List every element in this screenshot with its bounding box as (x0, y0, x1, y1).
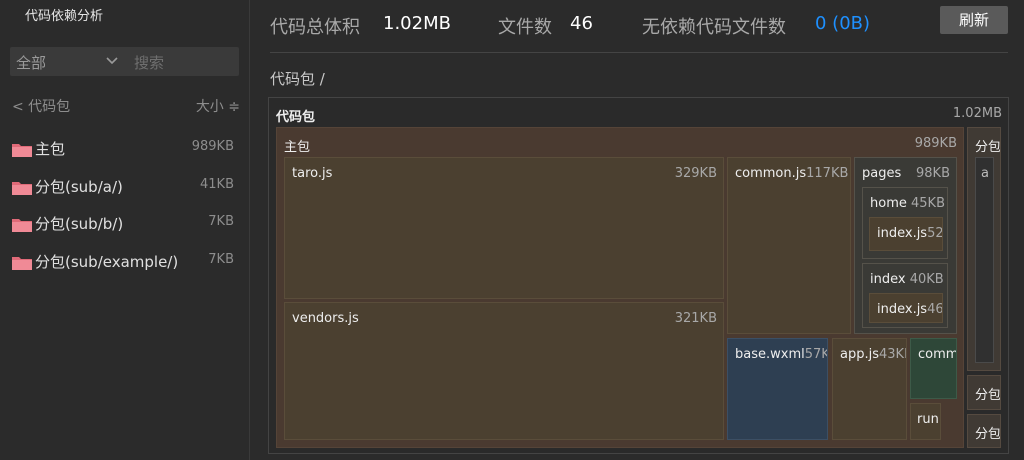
treemap-file-index-index[interactable]: index.js46 (869, 293, 943, 323)
divider (270, 52, 1008, 53)
package-name: 分包(sub/example/) (35, 253, 179, 271)
treemap-file-app[interactable]: app.js43KE (832, 338, 907, 440)
filter-select[interactable]: 全部 (16, 52, 46, 73)
folder-icon (12, 182, 32, 195)
total-size-value: 1.02MB (383, 13, 451, 34)
package-item-main[interactable]: 主包 989KB (12, 137, 234, 161)
treemap-file-base-wxml[interactable]: base.wxml57K (727, 338, 828, 440)
nodep-label: 无依赖代码文件数 (642, 17, 786, 38)
treemap-node-size: 321KB (674, 311, 717, 326)
treemap-node-name: index.js (877, 302, 928, 317)
treemap-node-name: 主包 (284, 140, 311, 155)
treemap-file-run[interactable]: run (910, 403, 941, 440)
treemap-node-name: base.wxml (735, 347, 805, 362)
chevron-down-icon[interactable] (105, 50, 119, 74)
treemap-subpackage-3[interactable]: 分包 (967, 414, 1001, 448)
treemap-node-name: 分包 (975, 388, 1001, 403)
nodep-value[interactable]: 0 (0B) (815, 13, 870, 34)
treemap-file-vendors[interactable]: vendors.js 321KB (284, 302, 724, 440)
treemap-node-name: 分包 (975, 427, 1001, 442)
package-name: 主包 (35, 140, 66, 158)
treemap-node-size: 46 (927, 302, 943, 317)
treemap-node-size: 45KB (911, 196, 945, 211)
package-list-header: < 代码包 大小 ≑ (12, 96, 240, 116)
treemap-node-name: a (981, 166, 989, 181)
treemap-node-name: 代码包 (276, 110, 316, 125)
search-input[interactable]: 搜索 (134, 52, 164, 73)
package-size: 7KB (208, 214, 234, 229)
treemap-file-comm[interactable]: comm (910, 338, 957, 399)
size-sort-button[interactable]: 大小 ≑ (196, 96, 240, 116)
treemap-node-size: 57K (804, 347, 828, 362)
package-size: 41KB (200, 177, 234, 192)
treemap-node-name: index.js (877, 226, 928, 241)
treemap-node-size: 52 (927, 226, 943, 241)
treemap-node-size: 40KB (909, 272, 944, 287)
treemap-node-name: app.js (840, 347, 879, 362)
file-count-label: 文件数 (498, 17, 552, 38)
treemap-node-name: 分包 (975, 140, 1001, 155)
treemap-node-name: taro.js (292, 166, 333, 181)
treemap-node-name: comm (918, 347, 957, 362)
file-count-value: 46 (570, 13, 593, 34)
package-name: 分包(sub/b/) (35, 215, 124, 233)
folder-icon (12, 257, 32, 270)
treemap-node-size: 989KB (914, 136, 957, 151)
sidebar: 代码依赖分析 全部 搜索 < 代码包 大小 ≑ 主包 989KB 分包(sub/… (0, 0, 250, 460)
app-title: 代码依赖分析 (25, 9, 104, 24)
treemap-subpackage-1-child[interactable]: a (975, 157, 994, 363)
package-item-sub-a[interactable]: 分包(sub/a/) 41KB (12, 175, 234, 199)
total-size-label: 代码总体积 (270, 17, 360, 38)
treemap-node-size: 43KE (879, 347, 906, 362)
treemap-node-size: 98KB (916, 166, 950, 181)
folder-icon (12, 144, 32, 157)
breadcrumb[interactable]: 代码包 / (270, 68, 325, 89)
refresh-button[interactable]: 刷新 (940, 6, 1008, 34)
treemap-file-home-index[interactable]: index.js52 (869, 217, 943, 251)
back-link[interactable]: < 代码包 (12, 96, 70, 116)
treemap-file-common[interactable]: common.js117KB (727, 157, 851, 334)
treemap-subpackage-2[interactable]: 分包 (967, 375, 1001, 410)
treemap-node-name: pages (862, 166, 902, 181)
filter-search-bar: 全部 搜索 (10, 47, 239, 76)
folder-icon (12, 219, 32, 232)
treemap-node-size: 117KB (806, 166, 849, 181)
package-item-sub-b[interactable]: 分包(sub/b/) 7KB (12, 212, 234, 236)
package-item-sub-example[interactable]: 分包(sub/example/) 7KB (12, 250, 234, 274)
treemap-file-taro[interactable]: taro.js 329KB (284, 157, 724, 299)
treemap-node-name: vendors.js (292, 311, 359, 326)
treemap-node-name: home (870, 196, 907, 211)
package-size: 7KB (208, 252, 234, 267)
package-name: 分包(sub/a/) (35, 178, 123, 196)
treemap-node-size: 329KB (674, 166, 717, 181)
treemap-node-name: index (870, 272, 906, 287)
package-size: 989KB (191, 139, 234, 154)
treemap-node-size: 1.02MB (952, 106, 1002, 121)
treemap-node-name: run (917, 412, 939, 427)
treemap-node-name: common.js (735, 166, 807, 181)
